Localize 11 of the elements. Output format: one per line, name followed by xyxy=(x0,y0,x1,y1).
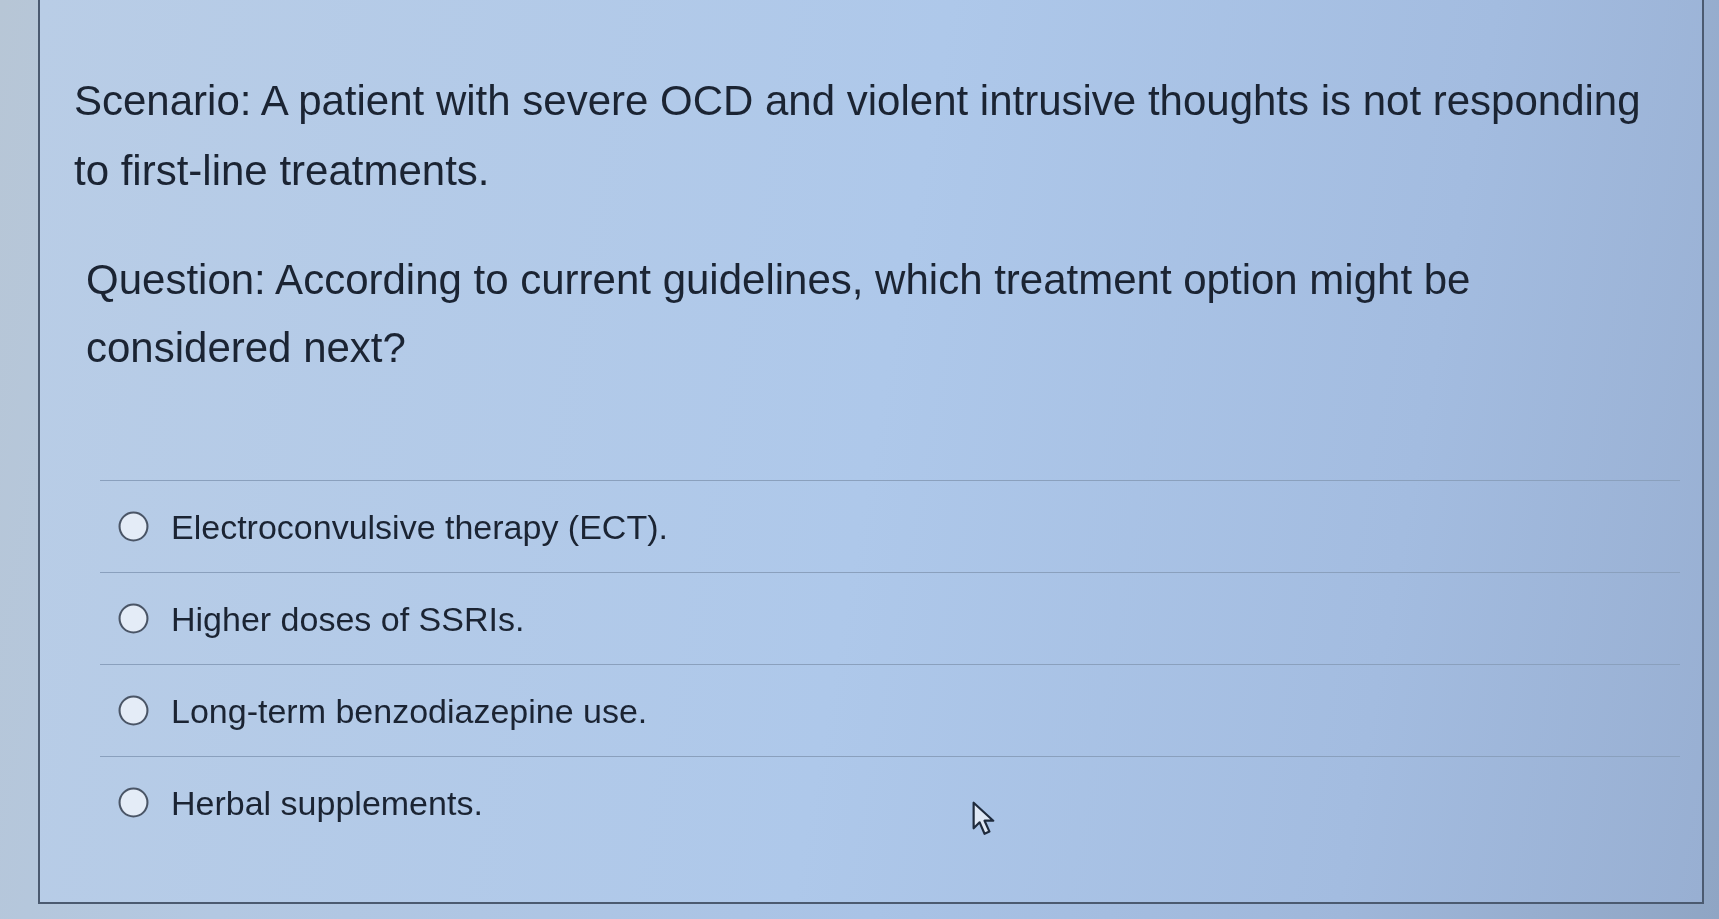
radio-button[interactable] xyxy=(118,695,149,726)
question-text: Question: According to current guidelines, which treatment option might be considered next? xyxy=(86,255,1472,373)
option-label[interactable]: Electroconvulsive therapy (ECT). xyxy=(171,504,668,549)
option-label[interactable]: Herbal supplements. xyxy=(171,780,483,825)
radio-button[interactable] xyxy=(118,603,149,634)
option-label[interactable]: Higher doses of SSRIs. xyxy=(171,596,525,641)
radio-button[interactable] xyxy=(118,787,149,818)
scenario-text: Scenario: A patient with severe OCD and violent intrusive thoughts is not responding to first-line treatments. xyxy=(74,76,1642,196)
mouse-pointer-icon xyxy=(972,801,996,836)
option-label[interactable]: Long-term benzodiazepine use. xyxy=(171,688,648,733)
radio-button[interactable] xyxy=(118,511,149,542)
